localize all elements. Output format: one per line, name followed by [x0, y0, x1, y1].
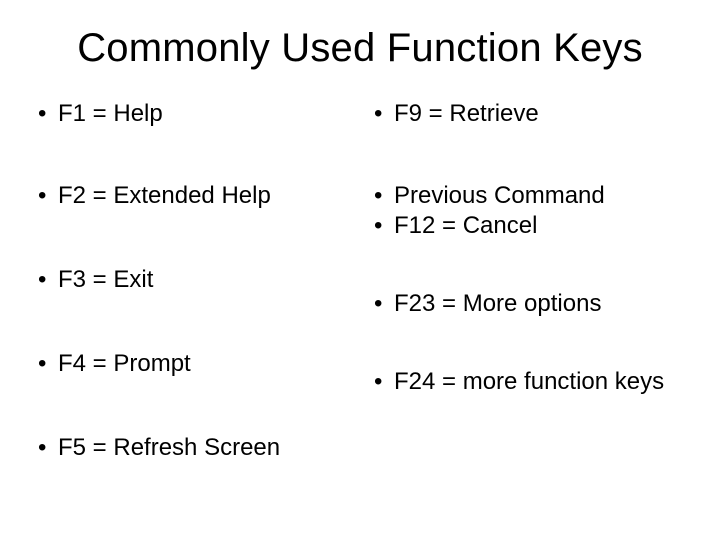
list-item: F24 = more function keys	[372, 367, 684, 397]
list-item: F1 = Help	[36, 99, 348, 129]
list-item: F9 = Retrieve	[372, 99, 684, 129]
slide: Commonly Used Function Keys F1 = Help F2…	[0, 0, 720, 540]
list-item: F5 = Refresh Screen	[36, 433, 348, 463]
content-columns: F1 = Help F2 = Extended Help F3 = Exit F…	[36, 99, 684, 463]
list-item: F3 = Exit	[36, 265, 348, 295]
list-item: F23 = More options	[372, 289, 684, 319]
right-list: F9 = Retrieve Previous Command F12 = Can…	[372, 99, 684, 397]
slide-title: Commonly Used Function Keys	[36, 26, 684, 71]
list-item: F12 = Cancel	[372, 211, 684, 241]
right-column: F9 = Retrieve Previous Command F12 = Can…	[372, 99, 684, 463]
list-item: F4 = Prompt	[36, 349, 348, 379]
left-list: F1 = Help F2 = Extended Help F3 = Exit F…	[36, 99, 348, 463]
list-item: F2 = Extended Help	[36, 181, 348, 211]
list-item: Previous Command	[372, 181, 684, 211]
left-column: F1 = Help F2 = Extended Help F3 = Exit F…	[36, 99, 348, 463]
